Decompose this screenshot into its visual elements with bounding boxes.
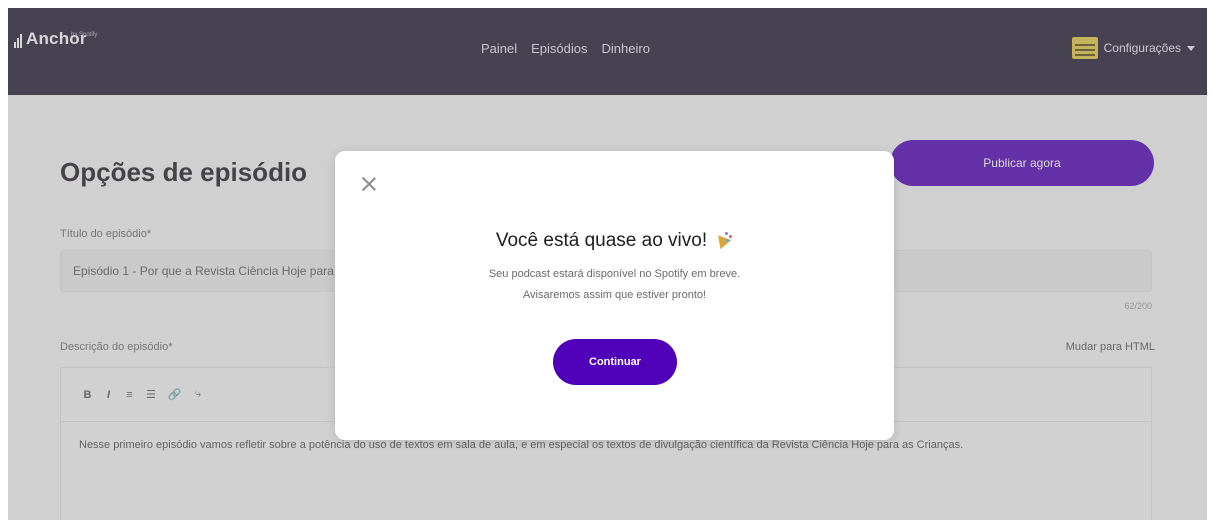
publish-success-modal: Você está quase ao vivo! Seu podcast est…: [335, 151, 894, 440]
modal-title: Você está quase ao vivo!: [335, 230, 894, 252]
modal-message-line-2: Avisaremos assim que estiver pronto!: [522, 289, 707, 301]
modal-message-line-1: Seu podcast estará disponível no Spotify…: [488, 268, 741, 280]
app-frame: Anchor by Spotify Painel Episódios Dinhe…: [8, 8, 1207, 520]
close-icon[interactable]: [361, 176, 377, 192]
party-popper-icon: [713, 232, 733, 248]
continue-button[interactable]: Continuar: [553, 339, 677, 385]
modal-title-text: Você está quase ao vivo!: [495, 230, 708, 251]
